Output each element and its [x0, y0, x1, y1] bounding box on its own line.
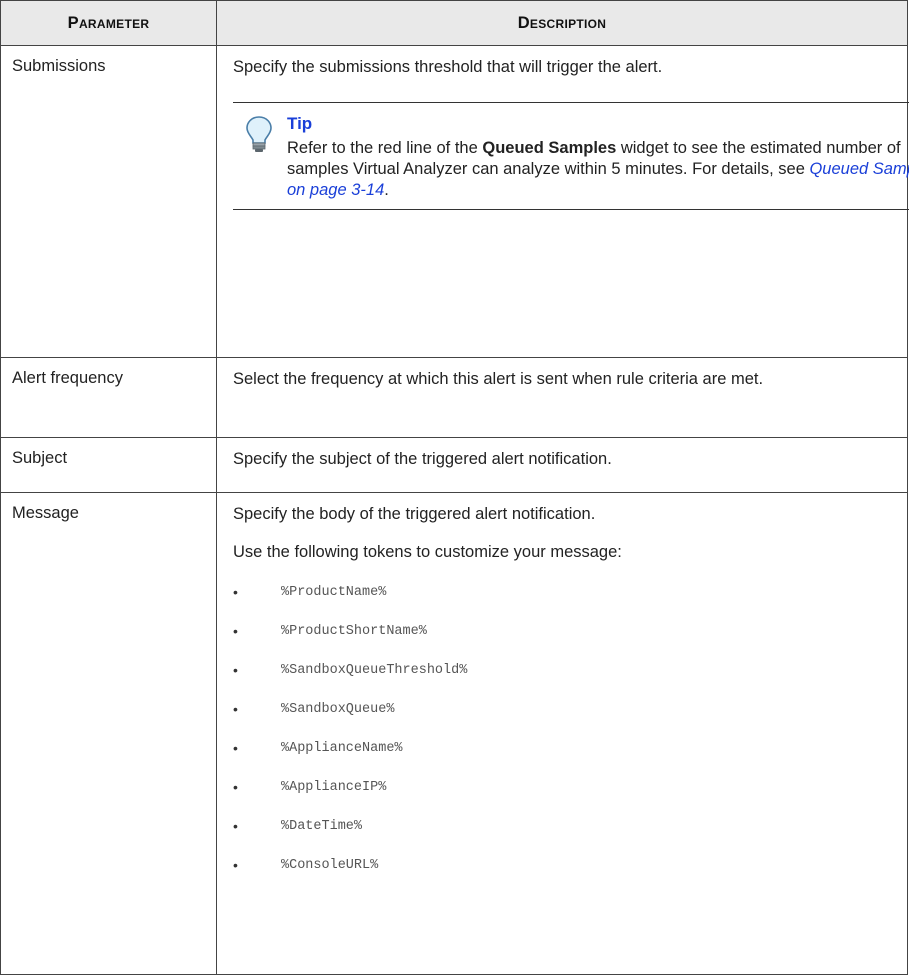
list-item: • %SandboxQueueThreshold%: [233, 658, 899, 697]
token-text: %SandboxQueueThreshold%: [281, 663, 468, 678]
list-item: • %DateTime%: [233, 814, 899, 853]
token-text: %SandboxQueue%: [281, 702, 395, 717]
message-description-2: Use the following tokens to customize yo…: [233, 543, 622, 561]
table-row-alert-frequency: Alert frequency Select the frequency at …: [0, 357, 908, 438]
header-row: Parameter Description: [0, 0, 908, 46]
bullet-icon: •: [233, 818, 238, 834]
table-row-submissions: Submissions Specify the submissions thre…: [0, 45, 909, 358]
tip-text-part: Refer to the red line of the: [287, 139, 483, 157]
tip-bold-widget-name: Queued Samples: [482, 139, 617, 157]
tip-text: Refer to the red line of the Queued Samp…: [287, 138, 909, 201]
param-cell: Message: [0, 492, 217, 975]
token-text: %ProductName%: [281, 585, 387, 600]
description-header-label: Description: [517, 13, 607, 32]
table-row-subject: Subject Specify the subject of the trigg…: [0, 437, 908, 493]
list-item: • %ProductName%: [233, 580, 899, 619]
bullet-icon: •: [233, 740, 238, 756]
parameter-header-label: Parameter: [67, 13, 150, 32]
param-cell: Submissions: [0, 45, 217, 358]
bullet-icon: •: [233, 623, 238, 639]
list-item: • %ProductShortName%: [233, 619, 899, 658]
column-header-parameter: Parameter: [0, 0, 217, 46]
token-text: %ApplianceName%: [281, 741, 403, 756]
param-cell: Subject: [0, 437, 217, 493]
desc-cell: Specify the submissions threshold that w…: [216, 45, 909, 358]
list-item: • %ApplianceName%: [233, 736, 899, 775]
bullet-icon: •: [233, 857, 238, 873]
column-header-description: Description: [216, 0, 908, 46]
list-item: • %ConsoleURL%: [233, 853, 899, 892]
tip-title: Tip: [287, 114, 313, 133]
parameters-table: Parameter Description Submissions Specif…: [0, 0, 909, 975]
bullet-icon: •: [233, 779, 238, 795]
token-list: • %ProductName% • %ProductShortName% • %San…: [233, 580, 899, 892]
token-text: %DateTime%: [281, 819, 363, 834]
param-cell: Alert frequency: [0, 357, 217, 438]
token-text: %ApplianceIP%: [281, 780, 387, 795]
bullet-icon: •: [233, 701, 238, 717]
desc-cell: Specify the subject of the triggered ale…: [216, 437, 908, 493]
list-item: • %ApplianceIP%: [233, 775, 899, 814]
desc-cell: Select the frequency at which this alert…: [216, 357, 908, 438]
bullet-icon: •: [233, 662, 238, 678]
bullet-icon: •: [233, 584, 238, 600]
token-text: %ConsoleURL%: [281, 858, 379, 873]
desc-cell: Specify the body of the triggered alert …: [216, 492, 908, 975]
table-row-message: Message Specify the body of the triggere…: [0, 492, 908, 975]
tip-text-part: .: [384, 181, 389, 199]
list-item: • %SandboxQueue%: [233, 697, 899, 736]
tip-box: Tip Refer to the red line of the Queued …: [233, 102, 909, 210]
message-description-1: Specify the body of the triggered alert …: [233, 505, 596, 523]
lightbulb-icon: [245, 115, 273, 159]
token-text: %ProductShortName%: [281, 624, 427, 639]
description-text: Specify the submissions threshold that w…: [233, 58, 663, 76]
